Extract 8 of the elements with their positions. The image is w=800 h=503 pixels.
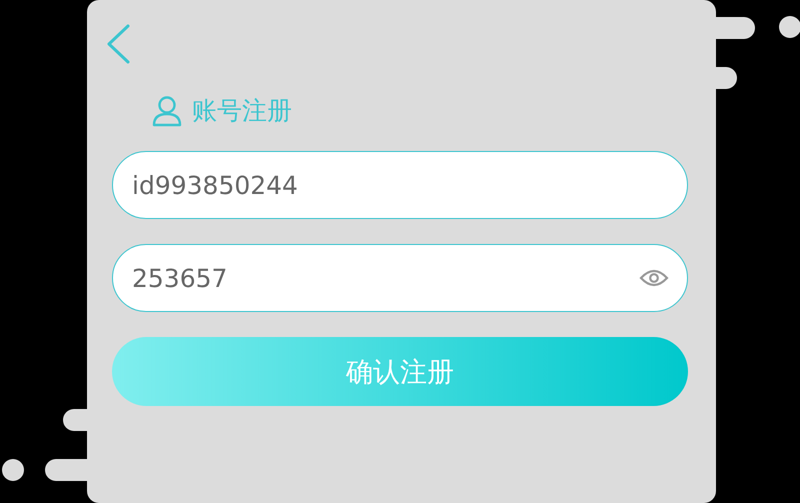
decor-dot: [2, 459, 24, 481]
back-icon[interactable]: [105, 24, 131, 64]
input-field[interactable]: 253657: [112, 244, 688, 312]
page-title: 账号注册: [192, 95, 292, 127]
user-icon: [152, 94, 182, 126]
eye-icon[interactable]: [639, 268, 669, 288]
input-field[interactable]: id993850244: [112, 151, 688, 219]
decor-dot: [779, 16, 800, 38]
